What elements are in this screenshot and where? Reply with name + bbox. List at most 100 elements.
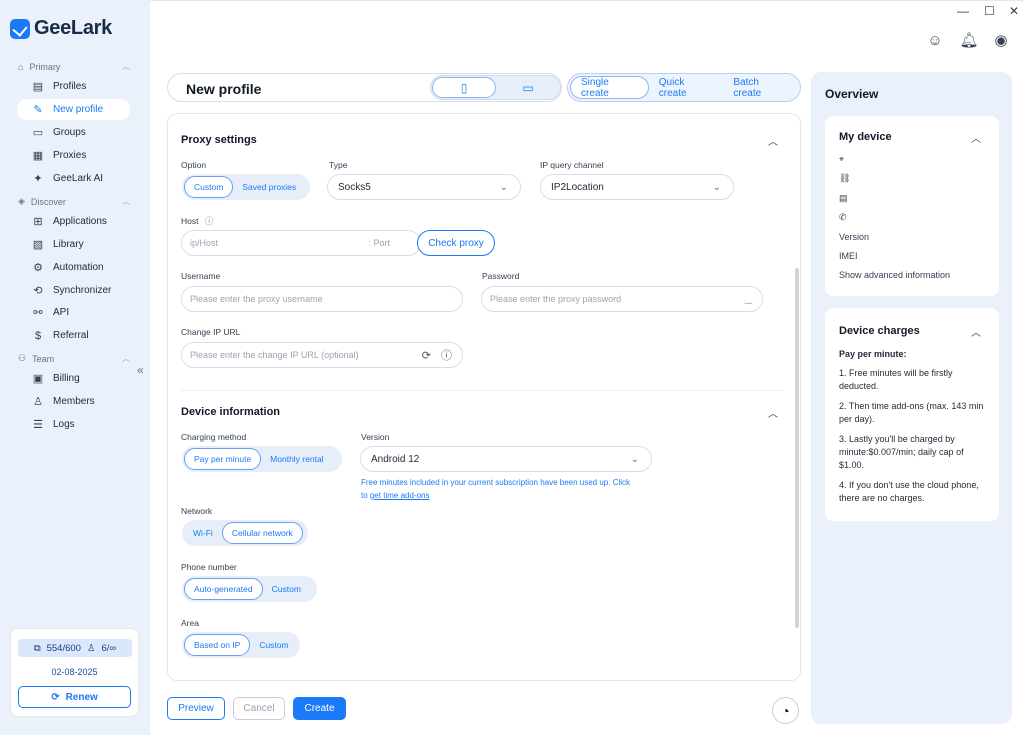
ai-icon: ✦ — [33, 173, 43, 185]
sidebar-item-applications[interactable]: ⊞ Applications — [17, 211, 130, 232]
api-icon: ⚯ — [33, 307, 43, 319]
support-agent-icon[interactable]: ☺ — [926, 31, 944, 49]
port-input[interactable]: : Port — [368, 238, 390, 248]
sidebar-item-library[interactable]: ▧ Library — [17, 234, 130, 255]
sidebar-item-geelark-ai[interactable]: ✦ GeeLark AI — [17, 168, 130, 189]
option-custom[interactable]: Custom — [184, 176, 234, 198]
minimize-button[interactable]: — — [957, 4, 969, 18]
refresh-icon: ⟳ — [51, 691, 60, 703]
chevron-down-icon: ⌄ — [499, 181, 508, 193]
user-icon: ♙ — [33, 396, 43, 408]
sidebar-item-members[interactable]: ♙ Members — [17, 391, 130, 412]
host-input[interactable]: ip/Host : Port — [181, 230, 421, 256]
sidebar-item-new-profile[interactable]: ✎ New profile — [17, 99, 130, 120]
laptop-device-icon[interactable]: ▭ — [496, 77, 560, 98]
notification-bell-icon[interactable]: 🔔︎ — [959, 31, 978, 49]
proxy-username-input[interactable]: Please enter the proxy username — [181, 286, 463, 312]
preview-button[interactable]: Preview — [167, 697, 225, 720]
tab-quick-create[interactable]: Quick create — [649, 76, 724, 99]
create-button[interactable]: Create — [293, 697, 346, 720]
host-label: Host ⓘ — [181, 216, 214, 226]
sidebar-item-groups[interactable]: ▭ Groups — [17, 122, 130, 143]
device-version-label: Version — [839, 232, 870, 242]
my-device-title: My device — [839, 131, 892, 143]
get-time-add-ons-link[interactable]: get time add-ons — [370, 491, 430, 500]
sidebar-item-billing[interactable]: ▣ Billing — [17, 368, 130, 389]
usage-card: ⧉ 554/600 ♙ 6/∞ 02-08-2025 ⟳ Renew — [10, 628, 139, 717]
phone-auto-generated[interactable]: Auto-generated — [184, 578, 263, 600]
sidebar-section-discover[interactable]: ◈ Discover ︿ — [18, 196, 130, 207]
refresh-icon[interactable]: ⟳ — [422, 349, 431, 362]
collapse-device-chevron-icon[interactable]: ︿ — [768, 405, 778, 420]
area-toggle: Based on IP Custom — [182, 632, 300, 658]
charging-method-label: Charging method — [181, 432, 247, 442]
renew-button[interactable]: ⟳ Renew — [18, 686, 131, 708]
charging-monthly-rental[interactable]: Monthly rental — [261, 448, 332, 470]
profiles-count: 554/600 — [46, 642, 81, 654]
sidebar-item-referral[interactable]: $ Referral — [17, 325, 130, 346]
info-icon[interactable]: ⓘ — [441, 347, 452, 363]
location-icon: ⌖ — [839, 154, 845, 164]
tab-batch-create[interactable]: Batch create — [723, 76, 798, 99]
change-ip-url-input[interactable]: Please enter the change IP URL (optional… — [181, 342, 463, 368]
member-icon: ♙ — [86, 642, 96, 654]
device-charges-card: Device charges ︿ Pay per minute: 1. Free… — [825, 308, 999, 521]
proxy-type-select[interactable]: Socks5 ⌄ — [327, 174, 521, 200]
type-label: Type — [329, 160, 348, 170]
charging-pay-per-minute[interactable]: Pay per minute — [184, 448, 262, 470]
sidebar-item-proxies[interactable]: ▦ Proxies — [17, 145, 130, 166]
assistant-bot-icon[interactable]: ◔ — [772, 697, 799, 724]
sidebar-section-primary[interactable]: ⌂ Primary ︿ — [18, 61, 130, 72]
applications-icon: ⊞ — [33, 216, 43, 228]
my-device-card: My device ︿ ⌖ ⛓ ▤ ✆ Version IMEI Show ad… — [825, 116, 999, 296]
tab-single-create[interactable]: Single create — [570, 76, 649, 99]
collapse-proxy-chevron-icon[interactable]: ︿ — [768, 133, 778, 148]
check-proxy-button[interactable]: Check proxy — [417, 230, 495, 256]
version-note: Free minutes included in your current su… — [361, 478, 631, 500]
option-saved-proxies[interactable]: Saved proxies — [233, 176, 305, 198]
sidebar-item-synchronizer[interactable]: ⟲ Synchronizer — [17, 280, 130, 301]
form-scrollbar[interactable] — [795, 268, 799, 628]
hide-password-eye-icon[interactable]: ‿ — [745, 294, 752, 305]
overview-title: Overview — [825, 87, 879, 101]
area-based-on-ip[interactable]: Based on IP — [184, 634, 251, 656]
network-cellular[interactable]: Cellular network — [221, 522, 303, 544]
app-name: GeeLark — [34, 17, 112, 39]
phone-custom[interactable]: Custom — [263, 578, 310, 600]
android-version-select[interactable]: Android 12 ⌄ — [360, 446, 652, 472]
geelark-logo-icon — [10, 18, 30, 39]
maximize-button[interactable]: ☐ — [984, 4, 995, 18]
close-button[interactable]: ✕ — [1009, 4, 1019, 18]
cancel-button[interactable]: Cancel — [233, 697, 285, 720]
wallet-icon: ▣ — [32, 373, 44, 385]
version-label: Version — [361, 432, 390, 442]
ip-query-channel-select[interactable]: IP2Location ⌄ — [540, 174, 734, 200]
collapse-my-device-chevron-icon[interactable]: ︿ — [971, 130, 981, 145]
device-charges-title: Device charges — [839, 325, 920, 337]
edit-icon: ✎ — [33, 104, 43, 116]
charges-heading: Pay per minute: — [839, 349, 907, 359]
sidebar-section-team[interactable]: ⚇ Team ︿ — [18, 353, 130, 364]
sidebar-item-api[interactable]: ⚯ API — [17, 302, 130, 323]
sidebar-item-profiles[interactable]: ▤ Profiles — [17, 76, 130, 97]
device-section-title: Device information — [181, 406, 281, 418]
area-custom[interactable]: Custom — [250, 634, 297, 656]
device-imei-label: IMEI — [839, 251, 858, 261]
account-icon[interactable]: ◉ — [992, 31, 1010, 49]
help-icon[interactable]: ⓘ — [205, 216, 214, 226]
collapse-sidebar-icon[interactable]: « — [137, 363, 144, 377]
app-logo[interactable]: GeeLark — [10, 17, 112, 40]
logs-icon: ☰ — [33, 419, 43, 431]
show-advanced-info-link[interactable]: Show advanced information — [839, 270, 950, 280]
proxy-link-icon: ⛓ — [839, 173, 851, 183]
sidebar-item-logs[interactable]: ☰ Logs — [17, 414, 130, 435]
expiry-date: 02-08-2025 — [51, 667, 98, 677]
collapse-charges-chevron-icon[interactable]: ︿ — [971, 324, 981, 339]
network-wifi[interactable]: Wi-Fi — [184, 522, 222, 544]
phone-number-toggle: Auto-generated Custom — [182, 576, 317, 602]
device-type-toggle: ▯ ▭ — [430, 75, 561, 100]
proxy-password-input[interactable]: Please enter the proxy password ‿ — [481, 286, 763, 312]
sidebar-item-automation[interactable]: ⚙ Automation — [17, 257, 130, 278]
phone-device-icon[interactable]: ▯ — [432, 77, 496, 98]
ip-channel-label: IP query channel — [540, 160, 604, 170]
